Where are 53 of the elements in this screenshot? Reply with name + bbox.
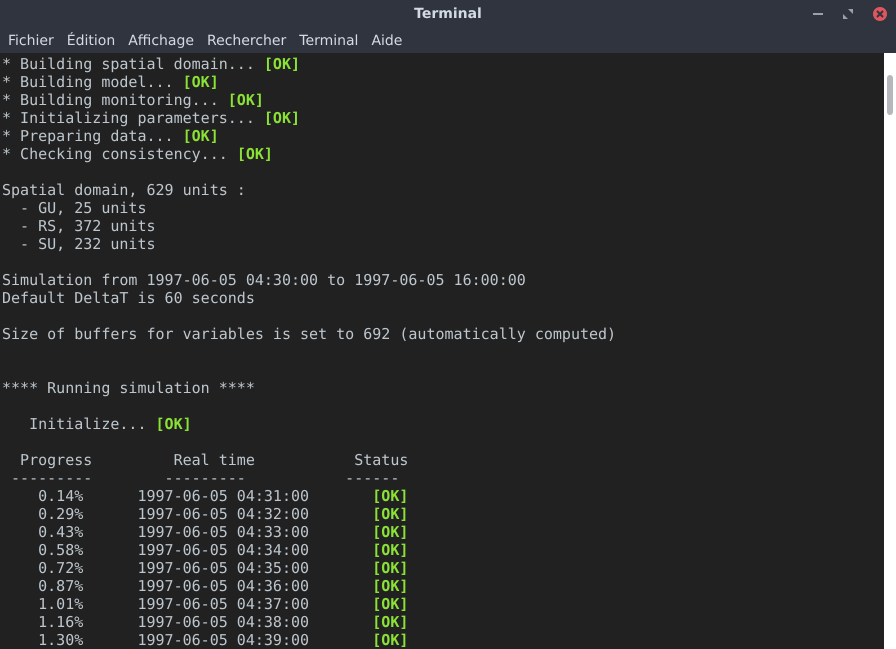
output-line: 1.30% 1997-06-05 04:39:00	[37, 631, 310, 649]
output-line: 0.14% 1997-06-05 04:31:00	[37, 487, 310, 505]
status-ok: [OK]	[372, 577, 408, 595]
output-line: * Initializing parameters...	[2, 109, 256, 127]
output-line: * Building spatial domain...	[2, 55, 256, 73]
window-title: Terminal	[414, 6, 482, 22]
status-ok: [OK]	[264, 55, 300, 73]
output-line: - GU, 25 units	[19, 199, 146, 217]
status-ok: [OK]	[372, 613, 408, 631]
menu-item[interactable]: Rechercher	[206, 32, 296, 48]
status-ok: [OK]	[264, 109, 300, 127]
output-line: Simulation from 1997-06-05 04:30:00 to 1997-06-05 16:00:00	[2, 271, 526, 289]
status-ok: [OK]	[182, 127, 219, 145]
menu-item[interactable]: Édition	[66, 32, 124, 48]
output-line: 1.01% 1997-06-05 04:37:00	[37, 595, 310, 613]
output-line: 0.72% 1997-06-05 04:35:00	[37, 559, 310, 577]
output-line: Initialize...	[28, 415, 148, 433]
status-ok: [OK]	[236, 145, 273, 163]
status-ok: [OK]	[182, 73, 219, 91]
close-icon[interactable]	[872, 6, 888, 22]
menu-item[interactable]: Affichage	[128, 32, 203, 48]
output-line: * Preparing data...	[2, 127, 175, 145]
menu-item[interactable]: Terminal	[299, 32, 368, 48]
scrollbar[interactable]	[884, 53, 896, 649]
output-line: * Building monitoring...	[2, 91, 220, 109]
scrollbar-thumb[interactable]	[887, 75, 893, 115]
output-line: 0.43% 1997-06-05 04:33:00	[37, 523, 310, 541]
status-ok: [OK]	[372, 505, 408, 523]
status-ok: [OK]	[156, 415, 192, 433]
output-line: 0.29% 1997-06-05 04:32:00	[37, 505, 310, 523]
output-line: Spatial domain, 629 units :	[2, 181, 246, 199]
status-ok: [OK]	[372, 595, 408, 613]
output-line: - SU, 232 units	[19, 235, 156, 253]
status-ok: [OK]	[228, 91, 264, 109]
output-line: Progress Real time Status	[19, 451, 408, 469]
status-ok: [OK]	[372, 631, 408, 649]
output-line: --------- --------- ------	[10, 469, 400, 487]
output-line: Default DeltaT is 60 seconds	[2, 289, 255, 307]
maximize-icon[interactable]	[842, 8, 854, 20]
output-line: * Checking consistency...	[2, 145, 229, 163]
menu-item[interactable]: Fichier	[8, 32, 63, 48]
output-line: 1.16% 1997-06-05 04:38:00	[37, 613, 310, 631]
output-line: 0.58% 1997-06-05 04:34:00	[37, 541, 310, 559]
output-line: 0.87% 1997-06-05 04:36:00	[37, 577, 310, 595]
output-line: Size of buffers for variables is set to 692 (automatically computed)	[2, 325, 616, 343]
status-ok: [OK]	[372, 559, 408, 577]
status-ok: [OK]	[372, 541, 408, 559]
output-line: **** Running simulation ****	[2, 379, 255, 397]
status-ok: [OK]	[372, 523, 408, 541]
output-line: - RS, 372 units	[19, 217, 156, 235]
status-ok: [OK]	[372, 487, 408, 505]
menu-item[interactable]: Aide	[371, 32, 412, 48]
output-line: * Building model...	[2, 73, 175, 91]
